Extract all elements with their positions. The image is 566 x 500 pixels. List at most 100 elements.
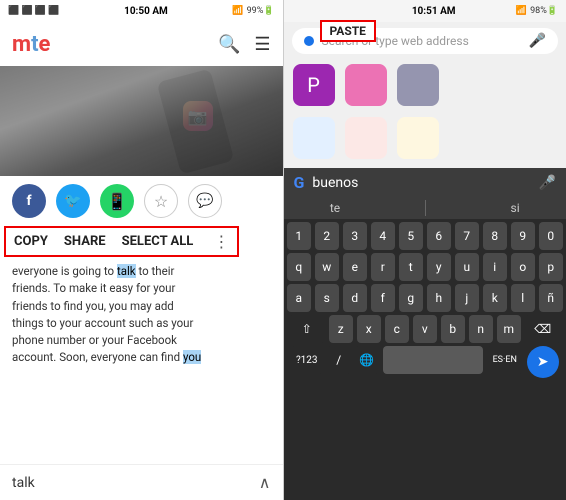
bookmarks-row-1: P [284, 60, 566, 113]
key-c[interactable]: c [385, 315, 409, 343]
key-1[interactable]: 1 [287, 222, 311, 250]
bookmark-icon-pink [345, 64, 387, 106]
enter-key[interactable]: ➤ [527, 346, 559, 378]
key-p[interactable]: p [539, 253, 563, 281]
paste-button[interactable]: PASTE [320, 20, 376, 42]
key-e[interactable]: e [343, 253, 367, 281]
keyboard-search-word: buenos [312, 175, 530, 191]
slash-key[interactable]: / [327, 346, 351, 374]
chevron-up-icon[interactable]: ∧ [259, 473, 271, 492]
suggestion-divider-1 [425, 200, 426, 216]
globe-key[interactable]: 🌐 [355, 346, 379, 374]
key-s[interactable]: s [315, 284, 339, 312]
bookmark-item-2[interactable] [344, 64, 388, 109]
key-j[interactable]: j [455, 284, 479, 312]
key-g[interactable]: g [399, 284, 423, 312]
right-status-time: 10:51 AM [412, 6, 456, 17]
key-a[interactable]: a [287, 284, 311, 312]
bookmark-item-4[interactable] [292, 117, 336, 162]
google-logo: G [294, 173, 305, 192]
key-row-qwerty: q w e r t y u i o p [286, 253, 565, 281]
more-options-icon[interactable]: ⋮ [213, 232, 229, 251]
backspace-key[interactable]: ⌫ [525, 315, 561, 343]
key-row-zxcv: ⇧ z x c v b n m ⌫ [286, 315, 565, 343]
key-8[interactable]: 8 [483, 222, 507, 250]
left-bottom-bar: talk ∧ [0, 464, 283, 500]
article-text-after: to theirfriends. To make it easy for you… [12, 264, 201, 364]
num-key[interactable]: ?123 [291, 346, 323, 374]
bookmark-item-3[interactable] [396, 64, 440, 109]
search-icon[interactable]: 🔍 [218, 34, 240, 55]
bookmark-item-1[interactable]: P [292, 64, 336, 109]
key-x[interactable]: x [357, 315, 381, 343]
article-image: 📷 [0, 66, 283, 176]
key-0[interactable]: 0 [539, 222, 563, 250]
key-m[interactable]: m [497, 315, 521, 343]
suggestion-1[interactable]: te [330, 201, 340, 215]
battery-icon: 99%🔋 [247, 6, 275, 16]
key-3[interactable]: 3 [343, 222, 367, 250]
key-row-numbers: 1 2 3 4 5 6 7 8 9 0 [286, 222, 565, 250]
key-t[interactable]: t [399, 253, 423, 281]
copy-button[interactable]: COPY [14, 234, 48, 249]
highlighted-text: talk [117, 264, 136, 278]
menu-icon[interactable]: ☰ [254, 34, 270, 55]
right-panel: 10:51 AM 📶 98%🔋 PASTE Search or type web… [284, 0, 566, 500]
bookmark-icon-lightyellow [397, 117, 439, 159]
key-z[interactable]: z [329, 315, 353, 343]
key-u[interactable]: u [455, 253, 479, 281]
key-b[interactable]: b [441, 315, 465, 343]
mic-icon[interactable]: 🎤 [529, 33, 546, 49]
key-2[interactable]: 2 [315, 222, 339, 250]
comment-button[interactable]: 💬 [188, 184, 222, 218]
star-button[interactable]: ☆ [144, 184, 178, 218]
key-5[interactable]: 5 [399, 222, 423, 250]
key-4[interactable]: 4 [371, 222, 395, 250]
key-9[interactable]: 9 [511, 222, 535, 250]
space-key[interactable] [383, 346, 483, 374]
article-text: everyone is going to talk to theirfriend… [0, 257, 283, 464]
shift-key[interactable]: ⇧ [289, 315, 325, 343]
twitter-button[interactable]: 🐦 [56, 184, 90, 218]
key-k[interactable]: k [483, 284, 507, 312]
key-n[interactable]: n [469, 315, 493, 343]
select-all-button[interactable]: SELECT ALL [122, 234, 194, 249]
suggestion-2[interactable]: si [511, 201, 520, 215]
key-q[interactable]: q [287, 253, 311, 281]
key-o[interactable]: o [511, 253, 535, 281]
key-6[interactable]: 6 [427, 222, 451, 250]
left-panel: ⬛ ⬛ ⬛ ⬛ 10:50 AM 📶 99%🔋 mte 🔍 ☰ 📷 f 🐦 📱 … [0, 0, 283, 500]
right-signal-icon: 📶 [516, 6, 527, 16]
bookmark-item-5[interactable] [344, 117, 388, 162]
share-button[interactable]: SHARE [64, 234, 106, 249]
left-status-time: 10:50 AM [124, 6, 168, 17]
key-f[interactable]: f [371, 284, 395, 312]
key-d[interactable]: d [343, 284, 367, 312]
signal-icon: 📶 [232, 6, 243, 16]
key-i[interactable]: i [483, 253, 507, 281]
url-dot-icon [304, 36, 314, 46]
article-text-before: everyone is going to [12, 264, 117, 278]
left-notification-icons: ⬛ ⬛ ⬛ ⬛ [8, 6, 60, 16]
mic-keyboard-icon[interactable]: 🎤 [539, 175, 556, 191]
left-status-right: 📶 99%🔋 [232, 6, 274, 16]
header-icons: 🔍 ☰ [218, 34, 271, 55]
key-n-tilde[interactable]: ñ [539, 284, 563, 312]
key-l[interactable]: l [511, 284, 535, 312]
key-h[interactable]: h [427, 284, 451, 312]
url-bar[interactable]: PASTE Search or type web address 🎤 [292, 28, 559, 54]
context-menu: COPY SHARE SELECT ALL ⋮ [4, 226, 239, 257]
key-r[interactable]: r [371, 253, 395, 281]
key-y[interactable]: y [427, 253, 451, 281]
mte-logo: mte [12, 32, 50, 57]
keyboard-search-bar: G buenos 🎤 [284, 168, 566, 197]
key-w[interactable]: w [315, 253, 339, 281]
lang-key[interactable]: ES·EN [487, 346, 523, 374]
whatsapp-button[interactable]: 📱 [100, 184, 134, 218]
keyboard-keys: 1 2 3 4 5 6 7 8 9 0 q w e r t y u i [284, 219, 566, 381]
key-7[interactable]: 7 [455, 222, 479, 250]
bookmark-item-6[interactable] [396, 117, 440, 162]
facebook-button[interactable]: f [12, 184, 46, 218]
key-v[interactable]: v [413, 315, 437, 343]
left-header: mte 🔍 ☰ [0, 22, 283, 66]
